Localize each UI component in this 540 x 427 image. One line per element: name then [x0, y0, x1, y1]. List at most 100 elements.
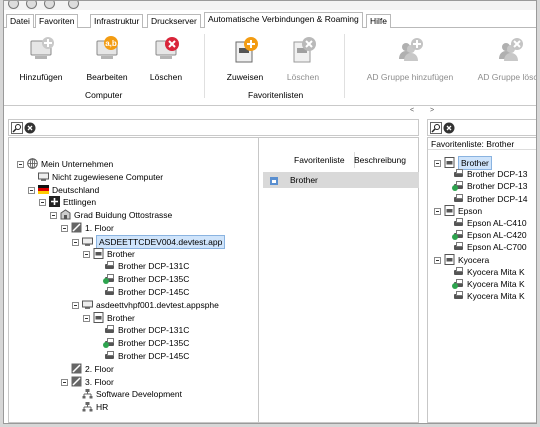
- tree-node-label: Deutschland: [52, 184, 100, 195]
- tab-druckserver[interactable]: Druckserver: [147, 14, 201, 28]
- tab-hilfe[interactable]: Hilfe: [366, 14, 392, 28]
- tree-node-label: asdeettvhpf001.devtest.appsphe: [96, 299, 219, 310]
- printer-icon: [104, 324, 115, 335]
- tree-node[interactable]: Brother DCP-145C: [104, 350, 189, 362]
- tab-favoriten[interactable]: Favoriten: [35, 14, 79, 28]
- clear-search-icon[interactable]: [443, 122, 455, 134]
- collapse-toggle-icon[interactable]: [28, 186, 35, 194]
- delete-ad-group-button[interactable]: AD Gruppe lösch: [474, 34, 536, 82]
- tree-node[interactable]: Kyocera: [434, 253, 490, 266]
- printer-icon: [104, 260, 115, 271]
- favlist-group-label: Favoritenlisten: [248, 90, 304, 100]
- printer-icon: [452, 180, 464, 192]
- tree-node[interactable]: Brother DCP-13: [452, 180, 527, 192]
- add-computer-button[interactable]: Hinzufügen: [12, 34, 70, 82]
- add-computer-label: Hinzufügen: [19, 72, 63, 82]
- right-pane-expand-arrow[interactable]: >: [430, 107, 434, 117]
- collapse-toggle-icon[interactable]: [83, 250, 90, 258]
- printer-icon: [103, 273, 115, 285]
- tab-infrastruktur[interactable]: Infrastruktur: [90, 14, 144, 28]
- undo-icon[interactable]: [26, 1, 37, 9]
- tree-node[interactable]: 3. Floor: [61, 376, 114, 388]
- tree-node[interactable]: Brother DCP-135C: [103, 273, 189, 285]
- column-header-favoritenliste[interactable]: Favoritenliste: [289, 152, 355, 168]
- tree-node[interactable]: Brother: [83, 247, 135, 260]
- column-header-beschreibung[interactable]: Beschreibung: [349, 152, 419, 168]
- tab-automatische-verbindungen[interactable]: Automatische Verbindungen & Roaming: [204, 12, 363, 29]
- tree-node[interactable]: Epson: [434, 204, 482, 217]
- tree-node-label: Kyocera: [458, 254, 490, 265]
- printer-icon: [453, 266, 464, 277]
- tree-node[interactable]: Brother DCP-14: [453, 193, 527, 205]
- tree-node[interactable]: HR: [82, 401, 108, 413]
- tree-node[interactable]: Epson AL-C410: [453, 217, 527, 229]
- tree-node[interactable]: Brother DCP-131C: [104, 324, 189, 336]
- delete-list-button[interactable]: Löschen: [274, 34, 332, 82]
- collapse-toggle-icon[interactable]: [72, 238, 79, 246]
- left-pane-collapse-arrow[interactable]: <: [410, 107, 414, 117]
- settings-icon[interactable]: [44, 1, 55, 9]
- assign-list-label: Zuweisen: [226, 72, 264, 82]
- collapse-toggle-icon[interactable]: [72, 301, 79, 309]
- infrastructure-tree: Mein Unternehmen Nicht zugewiesene Comput…: [9, 138, 259, 422]
- add-ad-group-button[interactable]: AD Gruppe hinzufügen: [364, 34, 456, 82]
- tree-node[interactable]: Ettlingen: [39, 196, 96, 208]
- floor-icon: [71, 376, 82, 387]
- tree-node[interactable]: Brother DCP-131C: [104, 260, 189, 272]
- search-icon[interactable]: [11, 122, 23, 134]
- printer-icon: [453, 217, 464, 228]
- tree-node-label: Brother DCP-135C: [118, 338, 190, 349]
- collapse-toggle-icon[interactable]: [50, 212, 57, 220]
- collapse-toggle-icon[interactable]: [61, 378, 68, 386]
- tree-node[interactable]: Brother DCP-135C: [103, 337, 190, 349]
- tree-node[interactable]: Brother: [83, 311, 135, 324]
- app-icon: [8, 1, 19, 9]
- tree-node[interactable]: Kyocera Mita K: [452, 278, 525, 290]
- collapse-toggle-icon[interactable]: [434, 160, 441, 167]
- default-check-icon: [103, 278, 109, 285]
- favorite-list-icon: [93, 247, 104, 259]
- assign-list-button[interactable]: Zuweisen: [216, 34, 274, 82]
- tab-datei[interactable]: Datei: [6, 14, 34, 28]
- collapse-toggle-icon[interactable]: [434, 256, 441, 264]
- table-row[interactable]: Brother: [263, 172, 419, 188]
- tree-node[interactable]: Software Development: [82, 388, 182, 400]
- tree-node-label: Epson AL-C410: [467, 218, 527, 228]
- tree-node[interactable]: Grad Buidung Ottostrasse: [50, 209, 172, 221]
- collapse-toggle-icon[interactable]: [39, 199, 46, 207]
- tree-node[interactable]: Deutschland: [28, 184, 99, 196]
- tree-node[interactable]: Brother DCP-13: [453, 168, 527, 180]
- tree-node[interactable]: Mein Unternehmen: [17, 158, 113, 170]
- tree-node[interactable]: 1. Floor: [61, 222, 114, 234]
- edit-computer-button[interactable]: a,b Bearbeiten: [78, 34, 136, 82]
- building-icon: [60, 209, 71, 220]
- tree-node[interactable]: Kyocera Mita K: [453, 266, 525, 278]
- tree-node-label: Brother: [107, 248, 135, 259]
- tree-node[interactable]: 2. Floor: [71, 363, 114, 375]
- delete-computer-button[interactable]: Löschen: [137, 34, 195, 82]
- left-search-bar[interactable]: [8, 119, 419, 136]
- collapse-toggle-icon[interactable]: [61, 225, 68, 232]
- tree-node[interactable]: Kyocera Mita K: [453, 290, 525, 302]
- favorite-list-icon: [444, 204, 455, 216]
- tree-node[interactable]: Epson AL-C420: [452, 229, 527, 241]
- tree-node-label: Software Development: [96, 389, 182, 400]
- collapse-toggle-icon[interactable]: [17, 161, 24, 168]
- search-icon[interactable]: [430, 122, 442, 134]
- collapse-toggle-icon[interactable]: [434, 207, 441, 215]
- tree-node[interactable]: Epson AL-C700: [453, 241, 527, 253]
- clear-search-icon[interactable]: [24, 122, 36, 134]
- help-icon[interactable]: [68, 1, 79, 9]
- right-search-bar[interactable]: [427, 119, 536, 136]
- tree-node[interactable]: ASDEETTCDEV004.devtest.app: [72, 234, 226, 249]
- computer-icon: [82, 236, 93, 247]
- tree-node[interactable]: Brother DCP-145C: [104, 286, 189, 298]
- tree-node-label: Kyocera Mita K: [467, 266, 525, 277]
- tree-node[interactable]: Brother: [434, 156, 492, 170]
- tree-node-label: 2. Floor: [85, 363, 114, 374]
- collapse-toggle-icon[interactable]: [83, 314, 90, 322]
- tree-node[interactable]: Nicht zugewiesene Computer: [38, 171, 163, 183]
- tree-node[interactable]: asdeettvhpf001.devtest.appsphe: [72, 299, 219, 311]
- add-ad-group-label: AD Gruppe hinzufügen: [366, 72, 454, 82]
- delete-list-label: Löschen: [286, 72, 320, 82]
